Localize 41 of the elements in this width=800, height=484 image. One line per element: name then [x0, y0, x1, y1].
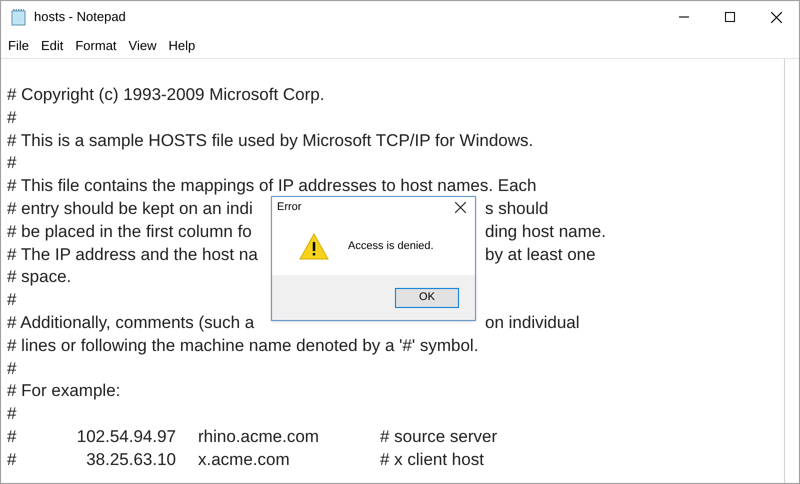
text-line: by at least one — [485, 244, 596, 266]
text-line: # — [7, 426, 18, 448]
warning-icon — [299, 232, 329, 260]
menu-item[interactable]: File — [2, 36, 35, 56]
text-line: s should — [485, 198, 548, 220]
text-line: # — [7, 289, 16, 312]
close-icon[interactable] — [455, 202, 466, 212]
text-line: 38.25.63.10 — [85, 448, 176, 471]
text-line: x.acme.com — [197, 448, 291, 471]
menu-item[interactable]: View — [122, 36, 162, 56]
text-line: # Copyright (c) 1993-2009 Microsoft Corp. — [7, 84, 324, 106]
text-line: # — [7, 152, 16, 174]
text-line: rhino.acme.com — [197, 426, 320, 448]
text-line: on individual — [485, 312, 580, 334]
text-line: # be placed in the first column fo — [7, 220, 252, 243]
ok-button[interactable]: OK — [395, 288, 459, 308]
text-line: ding host name. — [485, 220, 606, 243]
notepad-icon — [10, 8, 28, 26]
text-line: # x client host — [379, 448, 484, 471]
menu-item[interactable]: Help — [162, 36, 202, 56]
menu-item[interactable]: Edit — [34, 36, 70, 56]
maximize-icon — [725, 12, 735, 22]
dialog-message: Access is denied. — [348, 238, 434, 254]
text-line: # For example: — [7, 380, 120, 402]
dialog-title: Error — [277, 200, 302, 215]
text-line: # source server — [379, 426, 498, 448]
text-line: # lines or following the machine name denoted by a '#' symbol. — [7, 334, 478, 357]
text-line: # entry should be kept on an indi — [7, 198, 253, 220]
window-title: hosts - Notepad — [34, 8, 126, 26]
text-line: # This is a sample HOSTS file used by Microsoft TCP/IP for Windows. — [7, 130, 534, 152]
text-line: # space. — [7, 266, 72, 288]
text-line: 102.54.94.97 — [76, 426, 176, 448]
text-line: # Additionally, comments (such a — [7, 312, 254, 334]
close-icon — [770, 12, 782, 22]
text-line: # — [7, 106, 16, 129]
text-line: # — [7, 448, 18, 471]
text-line: # This file contains the mappings of IP addresses to host names. Each — [7, 175, 537, 198]
text-line: # — [7, 403, 16, 426]
text-line: # — [7, 358, 16, 380]
text-line: # The IP address and the host na — [7, 244, 258, 266]
menu-item[interactable]: Format — [69, 36, 123, 56]
